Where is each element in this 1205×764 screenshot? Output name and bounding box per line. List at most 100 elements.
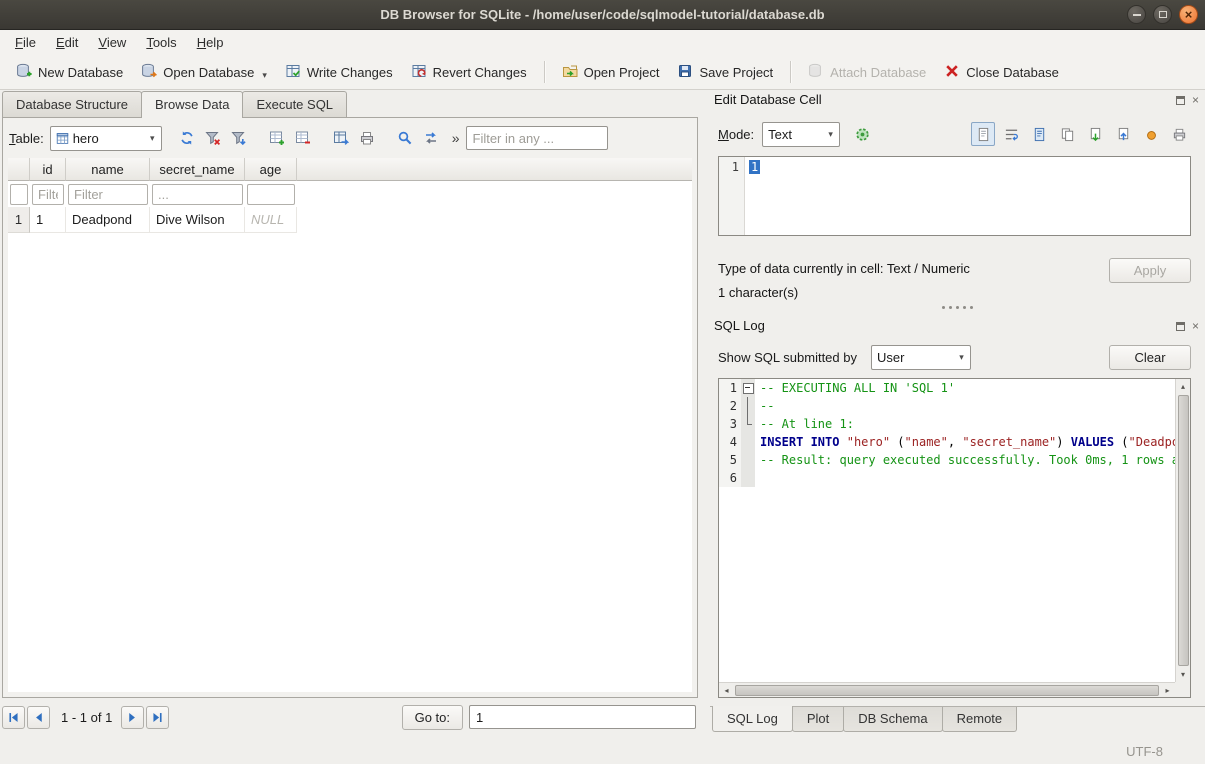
new-record-button[interactable]	[264, 126, 290, 150]
menu-edit[interactable]: Edit	[47, 32, 87, 53]
delete-record-button[interactable]	[290, 126, 316, 150]
fold-end-icon[interactable]	[741, 415, 755, 433]
data-grid[interactable]: idnamesecret_nameage 11DeadpondDive Wils…	[8, 158, 692, 692]
dock-tab-sql-log[interactable]: SQL Log	[712, 706, 793, 732]
copy-button[interactable]	[1055, 122, 1079, 146]
clear-log-button[interactable]: Clear	[1109, 345, 1191, 370]
write-changes-button[interactable]: Write Changes	[277, 58, 401, 87]
dock-tab-remote[interactable]: Remote	[942, 707, 1018, 732]
fold-margin	[741, 433, 755, 451]
fold-line-icon[interactable]	[741, 397, 755, 415]
cell-age[interactable]: NULL	[245, 207, 297, 233]
last-record-button[interactable]	[146, 706, 169, 729]
filter-any-input[interactable]	[466, 126, 608, 150]
cell-id[interactable]: 1	[30, 207, 66, 233]
sql-submitter-combobox[interactable]: User ▾	[871, 345, 971, 370]
scroll-up-icon[interactable]: ▴	[1176, 379, 1191, 394]
goto-input[interactable]	[469, 705, 696, 729]
print-table-icon	[359, 130, 375, 146]
filter-input-age[interactable]	[247, 184, 295, 205]
find-icon	[397, 130, 413, 146]
open-database-dropdown-icon[interactable]: ▾	[262, 64, 267, 81]
print-cell-button[interactable]	[1167, 122, 1191, 146]
print-table-button[interactable]	[354, 126, 380, 150]
filter-input-id[interactable]	[32, 184, 64, 205]
scrollbar-corner	[1175, 682, 1190, 697]
text-view-button[interactable]	[971, 122, 995, 146]
float-dock-icon[interactable]	[1176, 322, 1185, 331]
toolbar-overflow-icon[interactable]: »	[452, 130, 460, 146]
line-number: 5	[719, 451, 741, 469]
title-bar[interactable]: DB Browser for SQLite - /home/user/code/…	[0, 0, 1205, 30]
next-record-button[interactable]	[121, 706, 144, 729]
table-row[interactable]: 11DeadpondDive WilsonNULL	[8, 207, 692, 233]
word-wrap-button[interactable]	[999, 122, 1023, 146]
mode-combobox[interactable]: Text ▾	[762, 122, 840, 147]
close-dock-icon[interactable]: ×	[1192, 320, 1199, 332]
fold-minus-icon[interactable]	[741, 379, 755, 397]
save-project-button[interactable]: Save Project	[669, 58, 781, 87]
sql-log-header: SQL Log ×	[714, 318, 1201, 338]
sql-log-view[interactable]: 1-- EXECUTING ALL IN 'SQL 1'2--3-- At li…	[718, 378, 1191, 698]
vertical-scrollbar[interactable]: ▴ ▾	[1175, 379, 1190, 682]
horizontal-scrollbar[interactable]: ◂ ▸	[719, 682, 1175, 697]
table-combobox[interactable]: hero ▾	[50, 126, 162, 151]
refresh-button[interactable]	[174, 126, 200, 150]
goto-button[interactable]: Go to:	[402, 705, 463, 730]
dock-splitter-handle[interactable]	[710, 306, 1205, 309]
tab-execute-sql[interactable]: Execute SQL	[242, 91, 347, 117]
mode-settings-button[interactable]	[850, 122, 874, 146]
export-table-button[interactable]	[328, 126, 354, 150]
new-database-button[interactable]: New Database	[8, 58, 131, 87]
scroll-left-icon[interactable]: ◂	[719, 683, 734, 698]
save-filter-button[interactable]	[226, 126, 252, 150]
replace-button[interactable]	[418, 126, 444, 150]
scroll-down-icon[interactable]: ▾	[1176, 667, 1191, 682]
tab-database-structure[interactable]: Database Structure	[2, 91, 142, 117]
cell-editor[interactable]: 1 1	[718, 156, 1191, 236]
open-in-editor-button[interactable]	[1027, 122, 1051, 146]
previous-record-button[interactable]	[27, 706, 50, 729]
column-header-age[interactable]: age	[245, 158, 297, 181]
close-database-icon	[944, 63, 960, 82]
column-header-secret-name[interactable]: secret_name	[150, 158, 245, 181]
close-button[interactable]: ×	[1179, 5, 1198, 24]
scroll-right-icon[interactable]: ▸	[1160, 683, 1175, 698]
scrollbar-thumb[interactable]	[1178, 395, 1189, 666]
row-number[interactable]: 1	[8, 207, 30, 233]
filter-input-secret-name[interactable]	[152, 184, 243, 205]
scrollbar-thumb[interactable]	[735, 685, 1159, 696]
dock-tab-db-schema[interactable]: DB Schema	[843, 707, 942, 732]
close-dock-icon[interactable]: ×	[1192, 94, 1199, 106]
filter-input-name[interactable]	[68, 184, 148, 205]
menu-file[interactable]: File	[6, 32, 45, 53]
table-icon	[56, 132, 69, 145]
cell-secret-name[interactable]: Dive Wilson	[150, 207, 245, 233]
close-database-button[interactable]: Close Database	[936, 58, 1067, 87]
float-dock-icon[interactable]	[1176, 96, 1185, 105]
minimize-button[interactable]	[1127, 5, 1146, 24]
cell-editor-icons	[971, 122, 1191, 146]
open-project-button[interactable]: Open Project	[554, 58, 668, 87]
revert-changes-button[interactable]: Revert Changes	[403, 58, 535, 87]
clear-filters-button[interactable]	[200, 126, 226, 150]
import-from-file-button[interactable]	[1083, 122, 1107, 146]
cell-name[interactable]: Deadpond	[66, 207, 150, 233]
column-header-id[interactable]: id	[30, 158, 66, 181]
column-header-name[interactable]: name	[66, 158, 150, 181]
new-database-label: New Database	[38, 65, 123, 80]
maximize-button[interactable]	[1153, 5, 1172, 24]
set-null-button[interactable]	[1139, 122, 1163, 146]
filter-cell-name	[66, 182, 150, 207]
first-record-button[interactable]	[2, 706, 25, 729]
menu-help[interactable]: Help	[188, 32, 233, 53]
export-to-file-button[interactable]	[1111, 122, 1135, 146]
tab-browse-data[interactable]: Browse Data	[141, 91, 243, 118]
find-button[interactable]	[392, 126, 418, 150]
menu-view[interactable]: View	[89, 32, 135, 53]
main-tab-bar: Database StructureBrowse DataExecute SQL	[2, 90, 346, 117]
code-text: --	[755, 397, 774, 415]
dock-tab-plot[interactable]: Plot	[792, 707, 844, 732]
open-database-button[interactable]: Open Database ▾	[133, 58, 275, 87]
menu-tools[interactable]: Tools	[137, 32, 185, 53]
